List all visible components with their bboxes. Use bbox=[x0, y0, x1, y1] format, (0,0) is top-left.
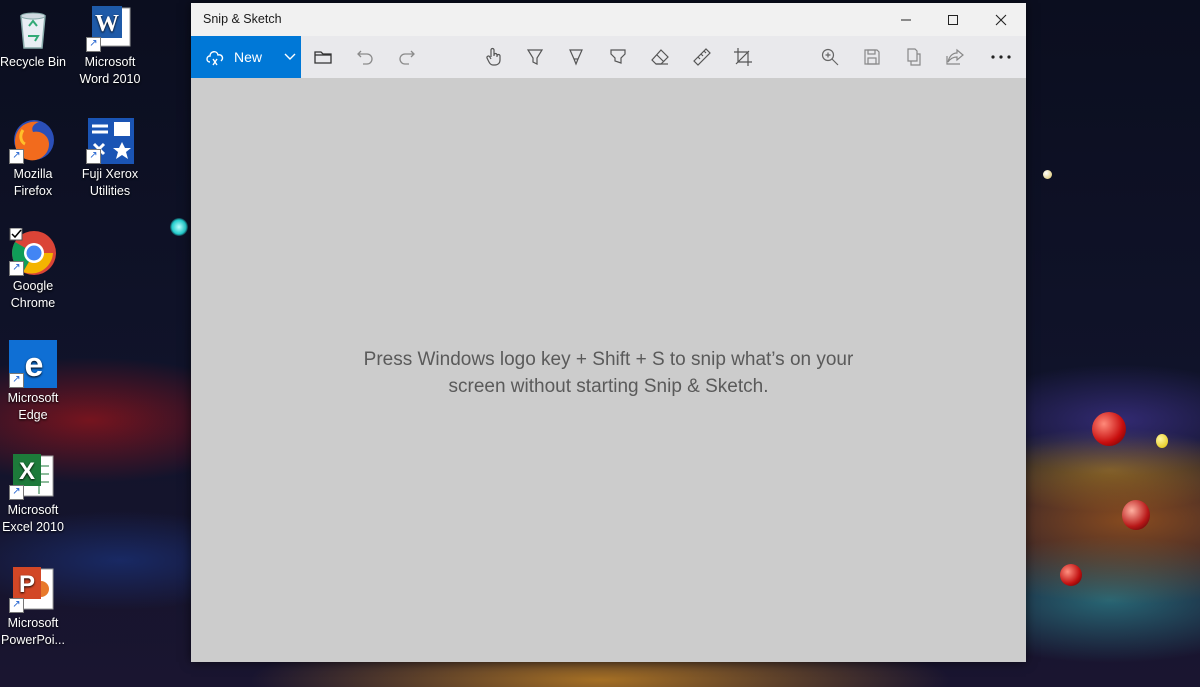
touch-writing-icon bbox=[486, 47, 501, 66]
firefox-icon: ↗ bbox=[9, 116, 57, 164]
undo-icon bbox=[357, 50, 373, 65]
svg-text:e: e bbox=[25, 346, 44, 384]
pencil-icon bbox=[569, 49, 583, 66]
shortcut-arrow-icon: ↗ bbox=[9, 485, 24, 500]
wallpaper-droplet bbox=[170, 218, 188, 236]
redo-icon bbox=[399, 50, 415, 65]
hint-line-2: screen without starting Snip & Sketch. bbox=[448, 376, 769, 397]
desktop-icon-excel[interactable]: X ↗ Microsoft Excel 2010 bbox=[0, 452, 73, 536]
zoom-icon bbox=[821, 48, 839, 66]
chrome-icon: ↗ bbox=[9, 227, 57, 276]
highlighter-button[interactable] bbox=[606, 45, 630, 69]
new-snip-icon bbox=[206, 51, 224, 66]
new-snip-button[interactable]: New bbox=[191, 36, 301, 78]
recycle-bin-icon bbox=[9, 4, 57, 52]
close-button[interactable] bbox=[978, 3, 1024, 36]
shortcut-arrow-icon: ↗ bbox=[9, 149, 24, 164]
redo-button[interactable] bbox=[395, 45, 419, 69]
desktop-icon-label: Recycle Bin bbox=[0, 55, 66, 69]
copy-button[interactable] bbox=[902, 45, 926, 69]
desktop-icon-label: Google Chrome bbox=[10, 279, 56, 310]
shortcut-arrow-icon: ↗ bbox=[9, 598, 24, 613]
desktop-icon-edge[interactable]: e ↗ Microsoft Edge bbox=[0, 340, 73, 424]
ruler-icon bbox=[693, 48, 711, 66]
chevron-down-icon[interactable] bbox=[283, 50, 297, 64]
maximize-button[interactable] bbox=[930, 3, 976, 36]
wallpaper-droplet bbox=[1060, 564, 1082, 586]
highlighter-icon bbox=[610, 49, 626, 64]
undo-button[interactable] bbox=[353, 45, 377, 69]
powerpoint-icon: P ↗ bbox=[9, 565, 57, 613]
sketch-canvas[interactable]: Press Windows logo key + Shift + S to sn… bbox=[191, 78, 1026, 662]
excel-icon: X ↗ bbox=[9, 452, 57, 500]
svg-text:P: P bbox=[19, 571, 35, 598]
crop-icon bbox=[734, 48, 752, 66]
crop-button[interactable] bbox=[731, 45, 755, 69]
minimize-button[interactable] bbox=[883, 3, 929, 36]
ruler-button[interactable] bbox=[690, 45, 714, 69]
title-bar[interactable]: Snip & Sketch bbox=[191, 3, 1026, 36]
toolbar: New bbox=[191, 36, 1026, 78]
copy-icon bbox=[907, 48, 921, 66]
ballpoint-pen-icon bbox=[526, 49, 544, 65]
eraser-icon bbox=[651, 49, 669, 65]
minimize-icon bbox=[901, 19, 911, 20]
desktop-icon-fuji-xerox[interactable]: ↗ Fuji Xerox Utilities bbox=[70, 116, 150, 200]
wallpaper-droplet bbox=[1156, 434, 1168, 448]
window-title: Snip & Sketch bbox=[203, 12, 282, 26]
desktop-icon-firefox[interactable]: ↗ Mozilla Firefox bbox=[0, 116, 73, 200]
wallpaper-droplet bbox=[1043, 170, 1052, 179]
save-button[interactable] bbox=[860, 45, 884, 69]
ballpoint-pen-button[interactable] bbox=[523, 45, 547, 69]
more-options-button[interactable] bbox=[989, 45, 1013, 69]
shortcut-arrow-icon: ↗ bbox=[9, 261, 24, 276]
wallpaper-droplet bbox=[1122, 500, 1150, 530]
desktop-icon-label: Microsoft Excel 2010 bbox=[2, 503, 64, 534]
share-icon bbox=[946, 48, 964, 65]
share-button[interactable] bbox=[943, 45, 967, 69]
pencil-button[interactable] bbox=[564, 45, 588, 69]
eraser-button[interactable] bbox=[648, 45, 672, 69]
desktop-icon-label: Fuji Xerox Utilities bbox=[81, 167, 139, 198]
save-icon bbox=[864, 49, 880, 65]
desktop-icon-label: Microsoft PowerPoi... bbox=[1, 616, 65, 647]
fuji-xerox-icon: ↗ bbox=[86, 116, 134, 164]
shortcut-arrow-icon: ↗ bbox=[86, 37, 101, 52]
more-icon bbox=[991, 55, 1011, 59]
wallpaper-droplet bbox=[1092, 412, 1126, 446]
desktop-icon-chrome[interactable]: ↗ Google Chrome bbox=[0, 227, 73, 312]
desktop-icon-word[interactable]: W ↗ Microsoft Word 2010 bbox=[70, 4, 150, 88]
word-icon: W ↗ bbox=[86, 4, 134, 52]
desktop-icon-label: Microsoft Edge bbox=[7, 391, 59, 422]
svg-text:X: X bbox=[19, 458, 35, 485]
open-file-button[interactable] bbox=[311, 45, 335, 69]
shortcut-arrow-icon: ↗ bbox=[86, 149, 101, 164]
desktop-icon-recycle-bin[interactable]: Recycle Bin bbox=[0, 4, 73, 71]
close-icon bbox=[995, 14, 1007, 25]
maximize-icon bbox=[948, 14, 958, 25]
desktop-icon-powerpoint[interactable]: P ↗ Microsoft PowerPoi... bbox=[0, 565, 73, 649]
snip-sketch-window: Snip & Sketch New Press Windows logo key… bbox=[191, 3, 1026, 662]
zoom-button[interactable] bbox=[818, 45, 842, 69]
desktop-icon-label: Mozilla Firefox bbox=[13, 167, 53, 198]
desktop-icon-label: Microsoft Word 2010 bbox=[79, 55, 141, 86]
shortcut-arrow-icon: ↗ bbox=[9, 373, 24, 388]
hint-line-1: Press Windows logo key + Shift + S to sn… bbox=[363, 349, 854, 370]
open-folder-icon bbox=[314, 51, 332, 64]
touch-writing-button[interactable] bbox=[481, 45, 505, 69]
snip-hint-text: Press Windows logo key + Shift + S to sn… bbox=[191, 346, 1026, 400]
svg-text:W: W bbox=[95, 11, 119, 37]
new-button-label: New bbox=[234, 49, 263, 65]
edge-icon: e ↗ bbox=[9, 340, 59, 388]
